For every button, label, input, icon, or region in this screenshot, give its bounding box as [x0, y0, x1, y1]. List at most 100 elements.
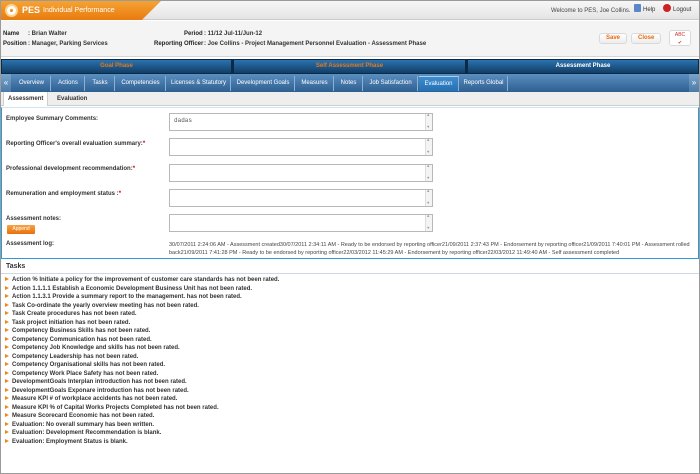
task-item[interactable]: Competency Work Place Safety has not bee… — [5, 370, 695, 379]
prof-dev-label: Professional development recommendation:… — [6, 166, 135, 172]
task-text: Measure KPI # of workplace accidents has… — [12, 396, 178, 402]
prof-dev-field[interactable] — [169, 164, 433, 182]
phase-bar: Goal Phase Self Assessment Phase Assessm… — [1, 59, 699, 74]
name-value: : Brian Walter — [28, 31, 67, 37]
help-icon — [634, 4, 641, 12]
notes-field[interactable] — [169, 214, 433, 232]
task-item[interactable]: Evaluation: Employment Status is blank. — [5, 438, 695, 447]
tab-actions[interactable]: Actions — [52, 76, 85, 91]
logout-label: Logout — [673, 7, 692, 13]
logo: PES Individual Performance — [1, 1, 161, 20]
officer-summary-text: Reporting Officer's overall evaluation s… — [6, 141, 143, 147]
task-text: DevelopmentGoals Interplan introduction … — [12, 379, 187, 385]
arrow-right-icon — [5, 353, 9, 358]
tasks-title: Tasks — [1, 260, 699, 274]
arrow-right-icon — [5, 362, 9, 366]
officer-label: Reporting Officer — [154, 41, 204, 47]
arrow-right-icon — [5, 370, 9, 375]
task-text: Task Create procedures has not been rate… — [12, 311, 137, 317]
required-marker: * — [118, 191, 122, 197]
logout-link[interactable]: Logout — [663, 4, 691, 13]
task-item[interactable]: Measure Scorecard Economic has not been … — [5, 412, 695, 421]
close-button[interactable]: Close — [631, 33, 662, 44]
arrow-right-icon — [5, 379, 9, 383]
tab-competencies[interactable]: Competencies — [116, 76, 166, 91]
task-item[interactable]: Competency Communication has not been ra… — [5, 336, 695, 345]
assessment-form: Employee Summary Comments: dadas Reporti… — [1, 107, 699, 259]
task-item[interactable]: Competency Organisational skills has not… — [5, 361, 695, 370]
task-item[interactable]: Evaluation: Development Recommendation i… — [5, 429, 695, 438]
officer-summary-field[interactable] — [169, 138, 433, 156]
scrollbar[interactable] — [425, 215, 432, 231]
task-item[interactable]: Competency Business Skills has not been … — [5, 327, 695, 336]
arrow-right-icon — [5, 387, 9, 392]
phase-self-assessment[interactable]: Self Assessment Phase — [234, 60, 465, 73]
task-item[interactable]: Competency Leadership has not been rated… — [5, 353, 695, 362]
tabs-scroll-left-icon[interactable]: « — [1, 74, 11, 92]
tabs-scroll-right-icon[interactable]: » — [689, 74, 699, 92]
task-item[interactable]: Task project initiation has not been rat… — [5, 319, 695, 328]
task-item[interactable]: Action 1.1.3.1 Provide a summary report … — [5, 293, 695, 302]
prof-dev-text: Professional development recommendation: — [6, 166, 133, 172]
subtab-evaluation[interactable]: Evaluation — [53, 92, 91, 106]
save-button[interactable]: Save — [599, 33, 628, 44]
task-text: Evaluation: Development Recommendation i… — [12, 430, 162, 436]
required-marker: * — [142, 141, 146, 147]
assessment-log: 30/07/2011 2:24:06 AM - Assessment creat… — [169, 242, 690, 256]
task-item[interactable]: Action % Initiate a policy for the impro… — [5, 276, 695, 285]
tab-overview[interactable]: Overview — [13, 76, 51, 91]
tab-notes[interactable]: Notes — [335, 76, 363, 91]
task-item[interactable]: Action 1.1.1.1 Establish a Economic Deve… — [5, 285, 695, 294]
spellcheck-button[interactable]: ABC ✔ — [669, 30, 691, 46]
task-item[interactable]: Evaluation: No overall summary has been … — [5, 421, 695, 430]
tab-evaluation[interactable]: Evaluation — [419, 76, 459, 91]
scrollbar[interactable] — [425, 190, 432, 206]
tab-reports-global[interactable]: Reports Global — [460, 76, 508, 91]
task-text: Action % Initiate a policy for the impro… — [12, 277, 280, 283]
employee-summary-field[interactable]: dadas — [169, 113, 433, 131]
help-label: Help — [643, 7, 656, 13]
task-item[interactable]: Task Create procedures has not been rate… — [5, 310, 695, 319]
append-button[interactable]: Append — [7, 225, 35, 234]
arrow-right-icon — [5, 336, 9, 341]
task-text: Task Co-ordinate the yearly overview mee… — [12, 302, 199, 309]
tab-job-satisfaction[interactable]: Job Satisfaction — [364, 76, 418, 91]
tab-measures[interactable]: Measures — [296, 76, 334, 91]
logo-text: PES — [22, 5, 41, 15]
arrow-right-icon — [5, 430, 9, 434]
officer-summary-label: Reporting Officer's overall evaluation s… — [6, 141, 145, 147]
tab-development-goals[interactable]: Development Goals — [232, 76, 295, 91]
task-text: Measure KPI % of Capital Works Projects … — [12, 404, 219, 411]
scrollbar[interactable] — [425, 165, 432, 181]
subtab-assessment[interactable]: Assessment — [3, 92, 49, 106]
tab-licenses[interactable]: Licenses & Statutory — [167, 76, 231, 91]
required-marker: * — [132, 166, 136, 172]
arrow-right-icon — [5, 396, 9, 400]
task-text: Competency Work Place Safety has not bee… — [12, 370, 159, 377]
task-item[interactable]: DevelopmentGoals Interplan introduction … — [5, 378, 695, 387]
sub-tabs: Assessment Evaluation — [1, 92, 699, 106]
phase-goal[interactable]: Goal Phase — [2, 60, 231, 73]
scrollbar[interactable] — [425, 139, 432, 155]
main-tabs: « Overview Actions Tasks Competencies Li… — [1, 74, 699, 92]
phase-assessment[interactable]: Assessment Phase — [468, 60, 698, 73]
arrow-right-icon — [5, 328, 9, 332]
task-text: Evaluation: Employment Status is blank. — [12, 438, 128, 445]
task-text: Task project initiation has not been rat… — [12, 319, 131, 326]
task-item[interactable]: Competency Job Knowledge and skills has … — [5, 344, 695, 353]
period-label: Period — [184, 31, 203, 37]
task-item[interactable]: Task Co-ordinate the yearly overview mee… — [5, 302, 695, 311]
help-link[interactable]: Help — [634, 4, 655, 13]
task-item[interactable]: DevelopmentGoals Exponare introduction h… — [5, 387, 695, 396]
task-item[interactable]: Measure KPI # of workplace accidents has… — [5, 395, 695, 404]
arrow-right-icon — [5, 345, 9, 349]
remuneration-label: Remuneration and employment status :* — [6, 191, 121, 197]
remuneration-field[interactable] — [169, 189, 433, 207]
task-text: Competency Business Skills has not been … — [12, 328, 151, 334]
arrow-right-icon — [5, 438, 9, 443]
sun-icon — [5, 4, 18, 17]
scrollbar[interactable] — [425, 114, 432, 130]
tab-tasks[interactable]: Tasks — [86, 76, 115, 91]
power-icon — [663, 4, 671, 12]
task-item[interactable]: Measure KPI % of Capital Works Projects … — [5, 404, 695, 413]
